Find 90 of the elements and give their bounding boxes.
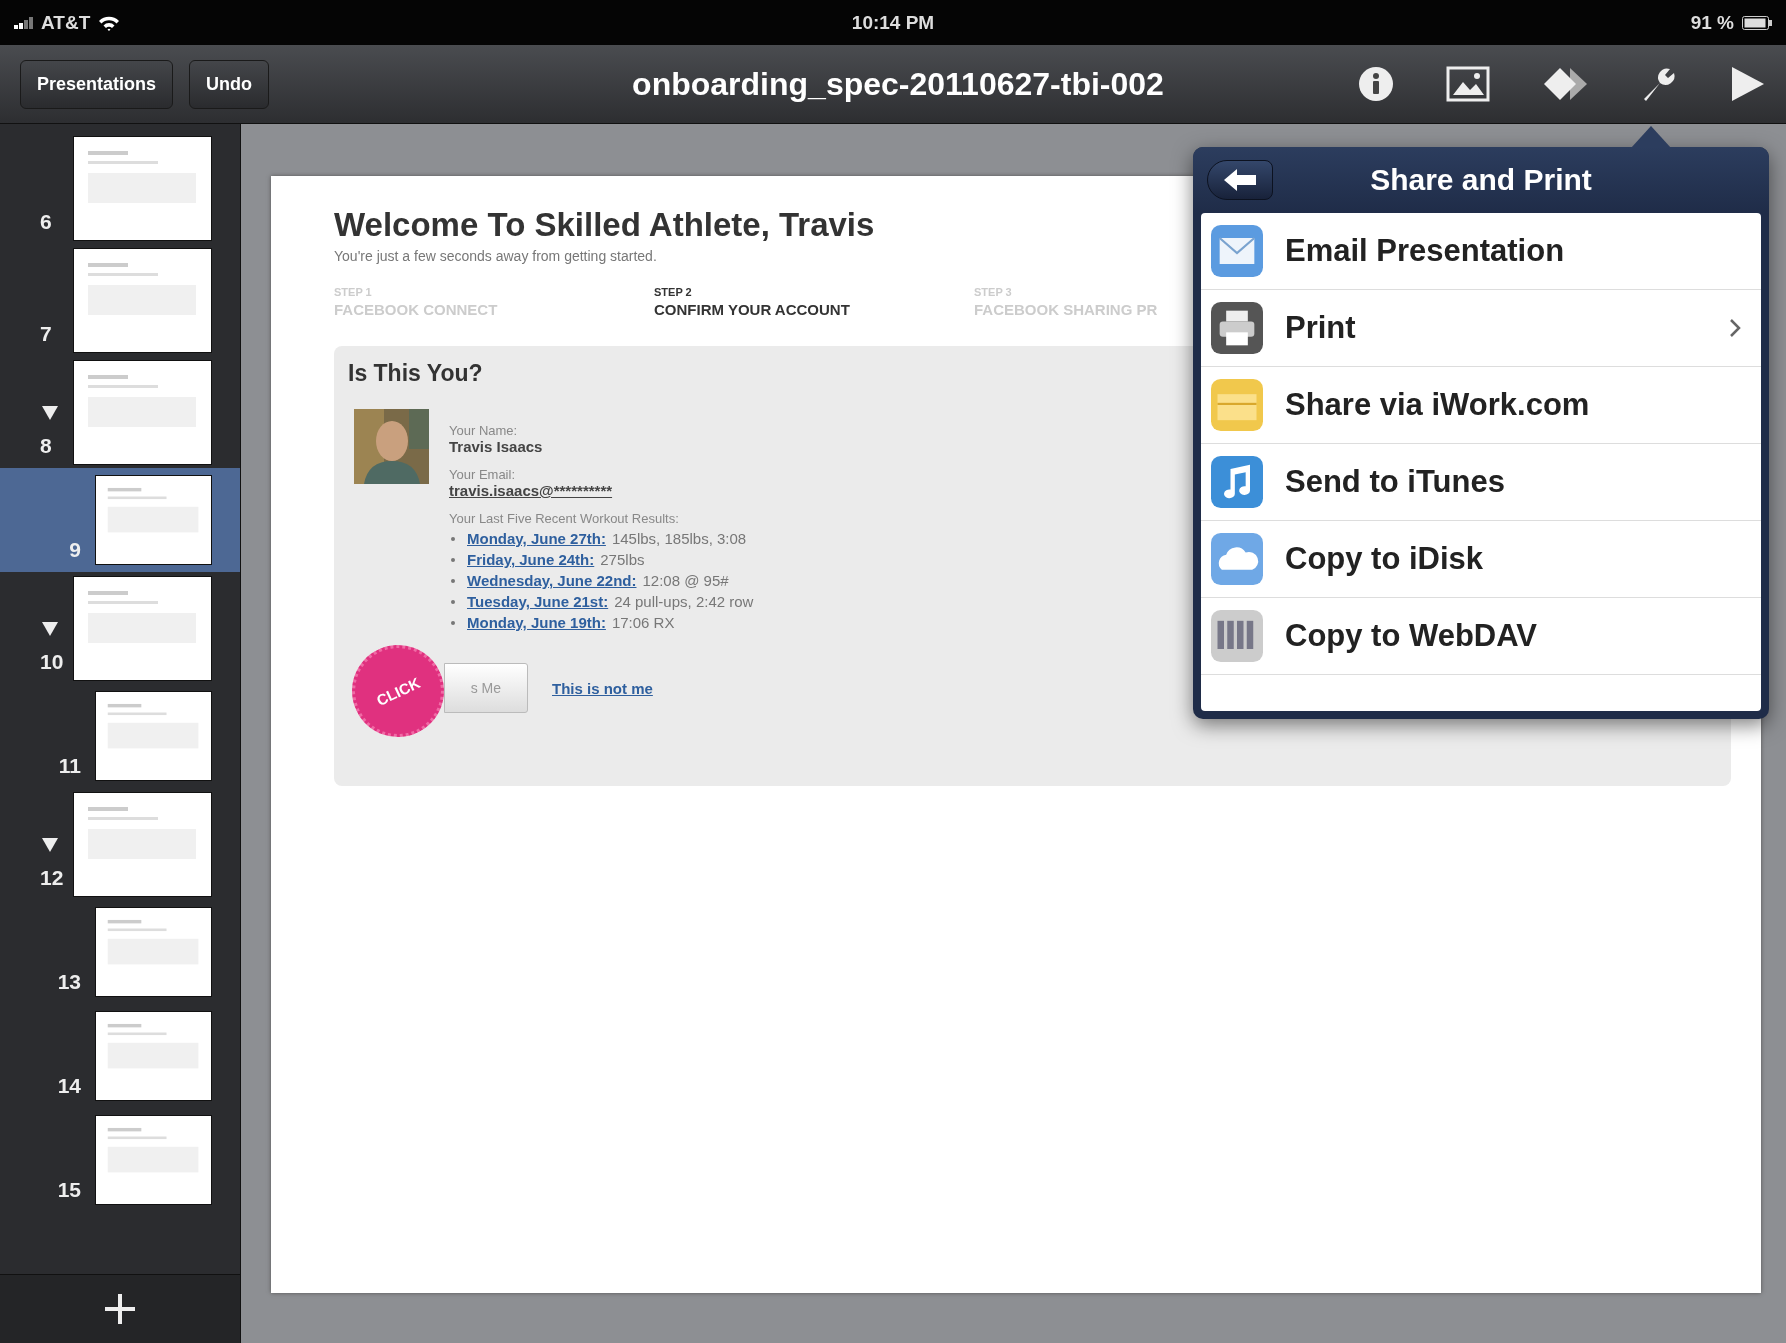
- slide-number: 9: [69, 538, 81, 562]
- disclosure-triangle-icon[interactable]: [42, 838, 58, 852]
- info-icon[interactable]: [1358, 66, 1394, 102]
- back-arrow-icon: [1224, 169, 1256, 191]
- field-label: Your Email:: [449, 467, 515, 482]
- slide-thumbnail-drawing[interactable]: [95, 1115, 212, 1205]
- field-label: Your Last Five Recent Workout Results:: [449, 511, 679, 526]
- server-icon: [1211, 610, 1263, 662]
- popover-arrow-icon: [1631, 126, 1671, 148]
- workout-date-link[interactable]: Tuesday, June 21st:: [467, 593, 609, 610]
- play-icon[interactable]: [1730, 65, 1766, 103]
- back-button[interactable]: [1207, 160, 1273, 200]
- menu-item[interactable]: Send to iTunes: [1201, 444, 1761, 521]
- workout-result: 12:08 @ 95#: [642, 572, 729, 589]
- envelope-icon: [1211, 225, 1263, 277]
- bullet-icon: [451, 536, 455, 541]
- folder-icon: [1211, 379, 1263, 431]
- menu-item[interactable]: Share via iWork.com: [1201, 367, 1761, 444]
- workout-date-link[interactable]: Wednesday, June 22nd:: [467, 572, 637, 589]
- slide-row[interactable]: 9: [0, 468, 240, 572]
- menu-item[interactable]: Print: [1201, 290, 1761, 367]
- slide-thumbnail-drawing[interactable]: [73, 791, 212, 897]
- slide-number: 15: [57, 1178, 81, 1202]
- printer-icon: [1211, 302, 1263, 354]
- slide-thumbnail-drawing[interactable]: [95, 691, 212, 781]
- chevron-icon: [1729, 318, 1741, 338]
- cloud-icon: [1211, 533, 1263, 585]
- slide-number: 6: [40, 210, 52, 234]
- workout-date-link[interactable]: Monday, June 27th:: [467, 530, 606, 547]
- workout-result: 145lbs, 185lbs, 3:08: [611, 530, 747, 547]
- slide-thumbnail-drawing[interactable]: [95, 1011, 212, 1101]
- battery-icon: [1742, 15, 1772, 30]
- slide-row[interactable]: 11: [0, 684, 240, 788]
- field-label: Your Name:: [449, 423, 518, 438]
- slide-thumbnail-drawing[interactable]: [73, 135, 212, 241]
- slide-number: 12: [40, 866, 64, 890]
- slide-thumbnail-drawing[interactable]: [73, 575, 212, 681]
- slide-subtitle: You're just a few seconds away from getting started.: [334, 248, 657, 264]
- workout-date-link[interactable]: Monday, June 19th:: [467, 614, 606, 631]
- slide-thumbnail-drawing[interactable]: [73, 247, 212, 353]
- menu-item[interactable]: Copy to iDisk: [1201, 521, 1761, 598]
- slide-row[interactable]: 14: [0, 1004, 240, 1108]
- step-number: STEP 2: [654, 286, 693, 298]
- menu-item[interactable]: Copy to WebDAV: [1201, 598, 1761, 675]
- email-value: travis.isaacs@**********: [449, 482, 613, 499]
- slide-thumbnail-drawing[interactable]: [73, 359, 212, 465]
- clock-time: 10:14 PM: [851, 11, 935, 34]
- menu-item[interactable]: Email Presentation: [1201, 213, 1761, 290]
- slide-row[interactable]: 13: [0, 900, 240, 1004]
- slide-row[interactable]: 8: [0, 356, 240, 468]
- slide-row[interactable]: 10: [0, 572, 240, 684]
- workout-result: 17:06 RX: [611, 614, 675, 631]
- toolbar-button[interactable]: Presentations: [20, 59, 174, 109]
- slide-thumbnail-drawing[interactable]: [95, 475, 212, 565]
- bullet-icon: [451, 578, 455, 583]
- disclosure-triangle-icon[interactable]: [42, 406, 58, 420]
- toolbar-button[interactable]: Undo: [189, 59, 270, 109]
- bullet-icon: [451, 620, 455, 625]
- slide-number: 7: [40, 322, 52, 346]
- slide-row[interactable]: 6: [0, 132, 240, 244]
- step-name: CONFIRM YOUR ACCOUNT: [654, 301, 851, 318]
- slide-number: 14: [57, 1074, 81, 1098]
- image-icon[interactable]: [1446, 66, 1490, 102]
- music-note-icon: [1211, 456, 1263, 508]
- card-heading: Is This You?: [348, 360, 484, 387]
- document-title: onboarding_spec-20110627-tbi-002: [632, 65, 1164, 103]
- slide-row[interactable]: 7: [0, 244, 240, 356]
- slide-number: 11: [58, 754, 81, 778]
- disclosure-triangle-icon[interactable]: [42, 622, 58, 636]
- popover-title: Share and Print: [1370, 163, 1592, 197]
- slide-row[interactable]: 12: [0, 788, 240, 900]
- carrier-name: AT&T: [41, 11, 91, 34]
- wifi-icon: [98, 14, 121, 31]
- workout-result: 24 pull-ups, 2:42 row: [614, 593, 754, 610]
- slide-number: 8: [40, 434, 52, 458]
- signal-icon: [14, 16, 33, 29]
- slide-row[interactable]: 15: [0, 1108, 240, 1212]
- name-value: Travis Isaacs: [449, 438, 543, 455]
- slide-thumbnail-drawing[interactable]: [95, 907, 212, 997]
- slide-title: Welcome To Skilled Athlete, Travis: [334, 206, 876, 244]
- workout-date-link[interactable]: Friday, June 24th:: [467, 551, 595, 568]
- workout-result: 275lbs: [600, 551, 645, 568]
- shapes-icon[interactable]: [1542, 66, 1588, 102]
- battery-percent: 91 %: [1690, 11, 1734, 34]
- not-me-link[interactable]: This is not me: [552, 679, 653, 697]
- slide-number: 13: [57, 970, 81, 994]
- add-icon[interactable]: [103, 1292, 137, 1326]
- bullet-icon: [451, 599, 455, 604]
- bullet-icon: [451, 557, 455, 562]
- slide-number: 10: [40, 650, 64, 674]
